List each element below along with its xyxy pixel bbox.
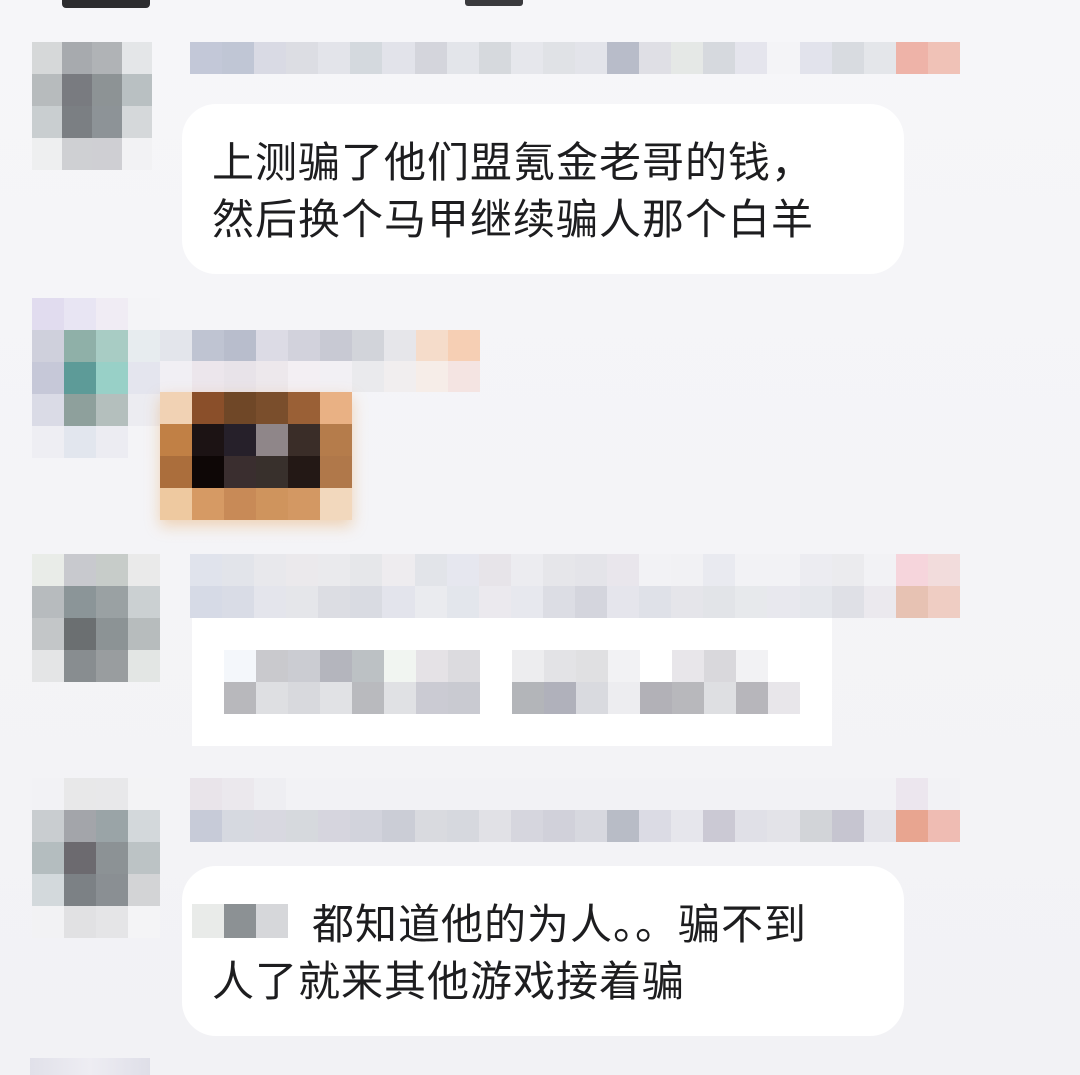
- avatar[interactable]: [32, 554, 160, 682]
- avatar[interactable]: [32, 778, 160, 938]
- message-text: 人了就来其他游戏接着骗: [212, 957, 686, 1006]
- top-edge-element: [465, 0, 523, 6]
- sender-name: [160, 330, 480, 392]
- message-text-redacted: [192, 904, 288, 938]
- avatar[interactable]: [32, 42, 152, 170]
- sender-name: [190, 42, 960, 74]
- sender-name: [190, 554, 960, 618]
- top-edge-element: [62, 0, 150, 8]
- message-bubble[interactable]: 都知道他的为人。。骗不到 人了就来其他游戏接着骗: [182, 866, 904, 1036]
- sender-name: [190, 778, 960, 842]
- chat-screen: 上测骗了他们盟氪金老哥的钱， 然后换个马甲继续骗人那个白羊 都知道他的为人。。骗…: [0, 0, 1080, 1075]
- message-text-redacted: [224, 650, 800, 714]
- message-bubble[interactable]: 上测骗了他们盟氪金老哥的钱， 然后换个马甲继续骗人那个白羊: [182, 104, 904, 274]
- next-avatar-edge: [30, 1058, 150, 1075]
- message-text: 上测骗了他们盟氪金老哥的钱，: [212, 138, 815, 187]
- sticker-image[interactable]: [160, 392, 352, 520]
- message-text: 都知道他的为人。。骗不到: [312, 900, 808, 949]
- message-text: 然后换个马甲继续骗人那个白羊: [212, 195, 815, 244]
- avatar[interactable]: [32, 298, 160, 458]
